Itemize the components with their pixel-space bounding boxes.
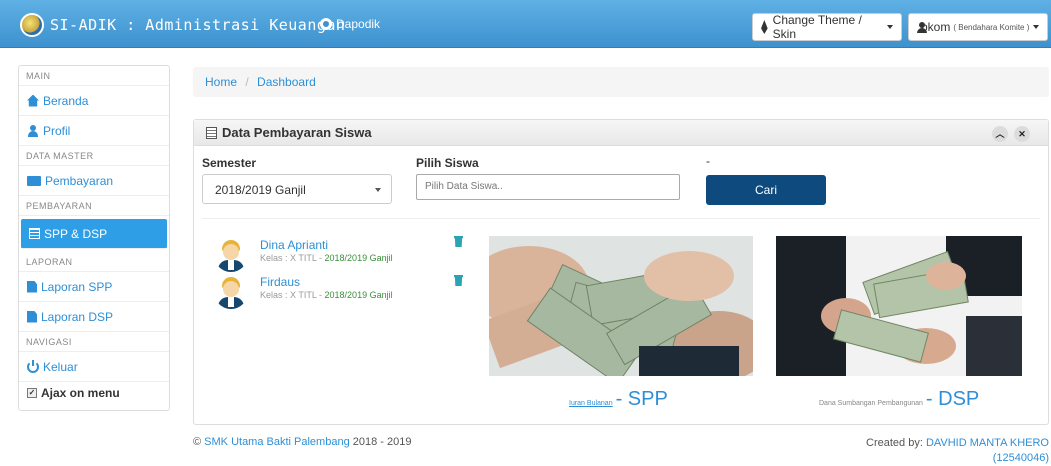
file-icon: [27, 310, 37, 323]
breadcrumb-current[interactable]: Dashboard: [257, 75, 316, 89]
created-by-label: Created by:: [866, 437, 926, 449]
sidebar-item-label: Beranda: [43, 93, 89, 108]
sidebar-item-label: Keluar: [43, 359, 78, 374]
list-item[interactable]: Dina Aprianti Kelas : X TITL - 2018/2019…: [214, 238, 393, 272]
ajax-label: Ajax on menu: [41, 386, 120, 400]
sidebar-item-laporan-dsp[interactable]: Laporan DSP: [19, 302, 169, 332]
tint-icon: [761, 20, 768, 34]
dapodik-link[interactable]: Dapodik: [320, 17, 380, 31]
globe-icon: [320, 18, 332, 30]
footer-years: 2018 - 2019: [349, 436, 412, 448]
siswa-search-input[interactable]: Pilih Data Siswa..: [416, 174, 680, 200]
sidebar-item-beranda[interactable]: Beranda: [19, 86, 169, 116]
caret-down-icon: [887, 25, 893, 29]
sidebar-item-label: Laporan DSP: [41, 309, 114, 324]
cari-button[interactable]: Cari: [706, 175, 826, 205]
sidebar-item-keluar[interactable]: Keluar: [19, 352, 169, 382]
trash-icon[interactable]: [454, 236, 463, 247]
copyright-symbol: ©: [193, 436, 202, 448]
divider: [202, 218, 1040, 219]
author-id: (12540046): [992, 452, 1049, 464]
section-pembayaran: PEMBAYARAN: [19, 196, 169, 216]
spp-caption-small[interactable]: Iuran Bulanan: [569, 400, 613, 407]
sidebar-item-label: SPP & DSP: [44, 226, 108, 241]
user-icon: [27, 124, 39, 137]
panel-header: Data Pembayaran Siswa: [194, 120, 1048, 146]
semester-select[interactable]: 2018/2019 Ganjil: [202, 174, 392, 204]
dsp-caption-small: Dana Sumbangan Pembangunan: [819, 400, 923, 407]
theme-label: Change Theme / Skin: [772, 13, 862, 41]
sidebar-item-spp-dsp[interactable]: SPP & DSP: [21, 219, 167, 249]
student-info: Kelas : X TITL - 2018/2019 Ganjil: [260, 253, 393, 263]
spp-caption[interactable]: Iuran Bulanan - SPP: [569, 388, 668, 411]
brand[interactable]: SI-ADIK : Administrasi Keuangan: [20, 13, 345, 37]
section-laporan: LAPORAN: [19, 252, 169, 272]
section-main: MAIN: [19, 66, 169, 86]
dsp-caption: Dana Sumbangan Pembangunan - DSP: [819, 388, 979, 411]
collapse-chevron-up-icon[interactable]: ︿: [992, 126, 1008, 142]
breadcrumb-home[interactable]: Home: [205, 75, 237, 89]
footer-left: © SMK Utama Bakti Palembang 2018 - 2019: [193, 436, 411, 448]
spp-caption-big[interactable]: - SPP: [616, 388, 668, 411]
footer-right: Created by: DAVHID MANTA KHERO (12540046…: [866, 436, 1049, 466]
home-icon: [27, 94, 39, 107]
sidebar-item-pembayaran[interactable]: Pembayaran: [19, 166, 169, 196]
spp-money-image: [489, 236, 753, 376]
list-alt-icon: [29, 228, 40, 239]
sidebar-item-label: Laporan SPP: [41, 279, 113, 294]
school-link[interactable]: SMK Utama Bakti Palembang: [204, 436, 350, 448]
list-item[interactable]: Firdaus Kelas : X TITL - 2018/2019 Ganji…: [214, 275, 393, 309]
user-role: ( Bendahara Komite ): [953, 22, 1030, 32]
user-menu-button[interactable]: bkom ( Bendahara Komite ): [908, 13, 1048, 41]
breadcrumb-separator: /: [245, 75, 249, 89]
student-name[interactable]: Dina Aprianti: [260, 238, 393, 252]
panel-title: Data Pembayaran Siswa: [222, 125, 372, 140]
power-off-icon: [27, 359, 39, 373]
file-icon: [27, 280, 37, 293]
section-navigasi: NAVIGASI: [19, 332, 169, 352]
tut-wuri-logo-icon: [20, 13, 44, 37]
payment-panel: Data Pembayaran Siswa ︿ ✕ Semester 2018/…: [193, 119, 1049, 425]
trash-icon[interactable]: [454, 275, 463, 286]
checkbox-checked-icon[interactable]: ✓: [27, 388, 37, 398]
section-data-master: DATA MASTER: [19, 146, 169, 166]
dash-label: -: [706, 154, 710, 168]
avatar: [214, 275, 248, 309]
caret-down-icon: [1033, 25, 1040, 29]
change-theme-button[interactable]: Change Theme / Skin: [752, 13, 902, 41]
breadcrumb: Home / Dashboard: [193, 67, 1049, 97]
sidebar: MAIN Beranda Profil DATA MASTER Pembayar…: [18, 65, 170, 411]
sidebar-item-label: Pembayaran: [45, 173, 114, 188]
select-arrow-icon: [375, 188, 381, 192]
list-alt-icon: [206, 126, 217, 139]
semester-label: Semester: [202, 156, 257, 170]
dsp-money-image: [776, 236, 1022, 376]
pilih-siswa-label: Pilih Siswa: [416, 156, 479, 170]
dsp-caption-big: - DSP: [925, 388, 980, 410]
author-link[interactable]: DAVHID MANTA KHERO: [926, 437, 1049, 449]
close-icon[interactable]: ✕: [1014, 126, 1030, 142]
ajax-menu-toggle[interactable]: ✓ Ajax on menu: [19, 382, 169, 404]
app-title: SI-ADIK : Administrasi Keuangan: [50, 16, 346, 34]
sidebar-item-profil[interactable]: Profil: [19, 116, 169, 146]
dapodik-label: Dapodik: [336, 17, 381, 31]
top-navbar: SI-ADIK : Administrasi Keuangan Dapodik …: [0, 0, 1051, 48]
sidebar-item-laporan-spp[interactable]: Laporan SPP: [19, 272, 169, 302]
student-name[interactable]: Firdaus: [260, 275, 393, 289]
semester-value: 2018/2019 Ganjil: [215, 183, 306, 197]
student-info: Kelas : X TITL - 2018/2019 Ganjil: [260, 290, 393, 300]
sidebar-item-label: Profil: [43, 123, 71, 138]
avatar: [214, 238, 248, 272]
folder-icon: [27, 175, 41, 186]
